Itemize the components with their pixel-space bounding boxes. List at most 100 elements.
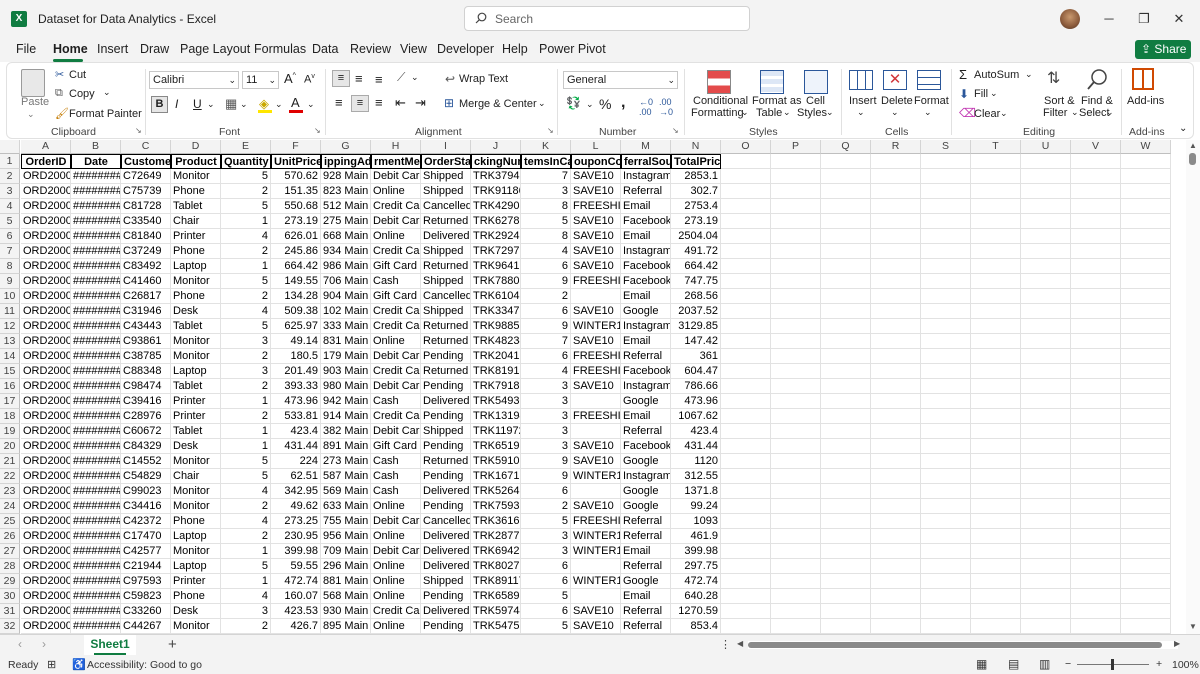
table-cell[interactable]: 302.7 <box>671 184 721 199</box>
table-cell[interactable]: 268.56 <box>671 289 721 304</box>
column-header[interactable]: H <box>371 140 421 154</box>
table-cell[interactable]: Credit Card <box>371 319 421 334</box>
empty-cell[interactable] <box>971 409 1021 424</box>
table-cell[interactable]: Chair <box>171 214 221 229</box>
empty-cell[interactable] <box>921 259 971 274</box>
table-cell[interactable]: 568 Main S <box>321 589 371 604</box>
table-cell[interactable]: 1 <box>221 259 271 274</box>
delete-dropdown-icon[interactable]: ⌄ <box>891 107 899 118</box>
empty-cell[interactable] <box>771 514 821 529</box>
table-cell[interactable]: Monitor <box>171 544 221 559</box>
table-cell[interactable]: 587 Main S <box>321 469 371 484</box>
table-cell[interactable]: TRK379479 <box>471 169 521 184</box>
tab-file[interactable]: File <box>16 42 36 56</box>
delete-cells-button[interactable]: Delete <box>881 95 913 107</box>
table-cell[interactable]: TRK549309 <box>471 394 521 409</box>
table-cell[interactable]: 3 <box>221 364 271 379</box>
middle-align-icon[interactable]: ≡ <box>355 71 363 86</box>
table-cell[interactable]: Monitor <box>171 349 221 364</box>
cell-styles-label-2[interactable]: Styles <box>797 107 827 119</box>
table-cell[interactable]: ######## <box>71 454 121 469</box>
empty-cell[interactable] <box>1121 304 1171 319</box>
empty-cell[interactable] <box>821 514 871 529</box>
table-cell[interactable]: SAVE10 <box>571 244 621 259</box>
column-header[interactable]: C <box>121 140 171 154</box>
table-cell[interactable]: ######## <box>71 364 121 379</box>
table-cell[interactable]: 1270.59 <box>671 604 721 619</box>
header-cell[interactable]: CustomerID <box>121 154 171 169</box>
table-cell[interactable]: 4 <box>521 364 571 379</box>
header-cell[interactable]: temsInCar <box>521 154 571 169</box>
fill-dropdown-icon[interactable]: ⌄ <box>990 88 998 99</box>
empty-cell[interactable] <box>821 574 871 589</box>
table-cell[interactable]: Tablet <box>171 379 221 394</box>
table-cell[interactable]: 6 <box>521 484 571 499</box>
empty-cell[interactable] <box>1071 544 1121 559</box>
empty-cell[interactable] <box>1071 499 1121 514</box>
header-cell[interactable]: ckingNum <box>471 154 521 169</box>
empty-cell[interactable] <box>1021 424 1071 439</box>
empty-cell[interactable] <box>1121 529 1171 544</box>
table-cell[interactable]: Email <box>621 229 671 244</box>
empty-cell[interactable] <box>821 454 871 469</box>
empty-cell[interactable] <box>1021 364 1071 379</box>
empty-cell[interactable] <box>871 529 921 544</box>
table-cell[interactable]: 149.55 <box>271 274 321 289</box>
table-cell[interactable]: Referral <box>621 619 671 634</box>
empty-cell[interactable] <box>871 619 921 634</box>
empty-cell[interactable] <box>921 214 971 229</box>
table-cell[interactable]: 473.96 <box>671 394 721 409</box>
table-cell[interactable]: 5 <box>221 469 271 484</box>
table-cell[interactable]: 895 Main S <box>321 619 371 634</box>
table-cell[interactable]: 786.66 <box>671 379 721 394</box>
table-cell[interactable]: ######## <box>71 334 121 349</box>
search-box[interactable] <box>464 6 750 31</box>
empty-cell[interactable] <box>1021 184 1071 199</box>
table-cell[interactable]: ######## <box>71 229 121 244</box>
table-cell[interactable]: TRK627880 <box>471 214 521 229</box>
table-cell[interactable]: C41460 <box>121 274 171 289</box>
empty-cell[interactable] <box>821 589 871 604</box>
row-header[interactable]: 16 <box>0 379 20 394</box>
table-cell[interactable]: ######## <box>71 319 121 334</box>
table-cell[interactable]: 550.68 <box>271 199 321 214</box>
table-cell[interactable]: ORD20002 <box>21 484 71 499</box>
table-cell[interactable]: ORD20000 <box>21 199 71 214</box>
font-name-box[interactable]: Calibri ⌄ <box>149 71 239 89</box>
table-cell[interactable]: TRK526469 <box>471 484 521 499</box>
table-cell[interactable]: C83492 <box>121 259 171 274</box>
empty-cell[interactable] <box>871 409 921 424</box>
comma-style-icon[interactable]: , <box>621 94 625 112</box>
table-cell[interactable]: SAVE10 <box>571 259 621 274</box>
empty-cell[interactable] <box>871 169 921 184</box>
empty-cell[interactable] <box>1071 559 1121 574</box>
table-cell[interactable]: 2 <box>221 379 271 394</box>
table-cell[interactable]: Pending <box>421 409 471 424</box>
empty-cell[interactable] <box>921 349 971 364</box>
empty-cell[interactable] <box>871 349 921 364</box>
empty-cell[interactable] <box>1021 169 1071 184</box>
table-cell[interactable]: Credit Card <box>371 409 421 424</box>
table-cell[interactable]: ORD20002 <box>21 514 71 529</box>
table-cell[interactable]: Desk <box>171 439 221 454</box>
table-cell[interactable]: ######## <box>71 394 121 409</box>
italic-button[interactable]: I <box>175 97 178 111</box>
table-cell[interactable]: Shipped <box>421 424 471 439</box>
empty-cell[interactable] <box>721 469 771 484</box>
table-cell[interactable]: Online <box>371 619 421 634</box>
cell-styles-icon[interactable] <box>804 70 828 94</box>
table-cell[interactable]: 668 Main S <box>321 229 371 244</box>
empty-cell[interactable] <box>971 424 1021 439</box>
empty-cell[interactable] <box>821 379 871 394</box>
table-cell[interactable]: 5 <box>221 274 271 289</box>
table-cell[interactable]: ######## <box>71 184 121 199</box>
empty-cell[interactable] <box>771 334 821 349</box>
table-cell[interactable]: 4 <box>221 304 271 319</box>
table-cell[interactable]: FREESHIP <box>571 364 621 379</box>
column-header[interactable]: P <box>771 140 821 154</box>
empty-cell[interactable] <box>1121 484 1171 499</box>
empty-cell[interactable] <box>771 184 821 199</box>
table-cell[interactable]: Cash <box>371 469 421 484</box>
empty-cell[interactable] <box>971 469 1021 484</box>
empty-cell[interactable] <box>1021 154 1071 169</box>
